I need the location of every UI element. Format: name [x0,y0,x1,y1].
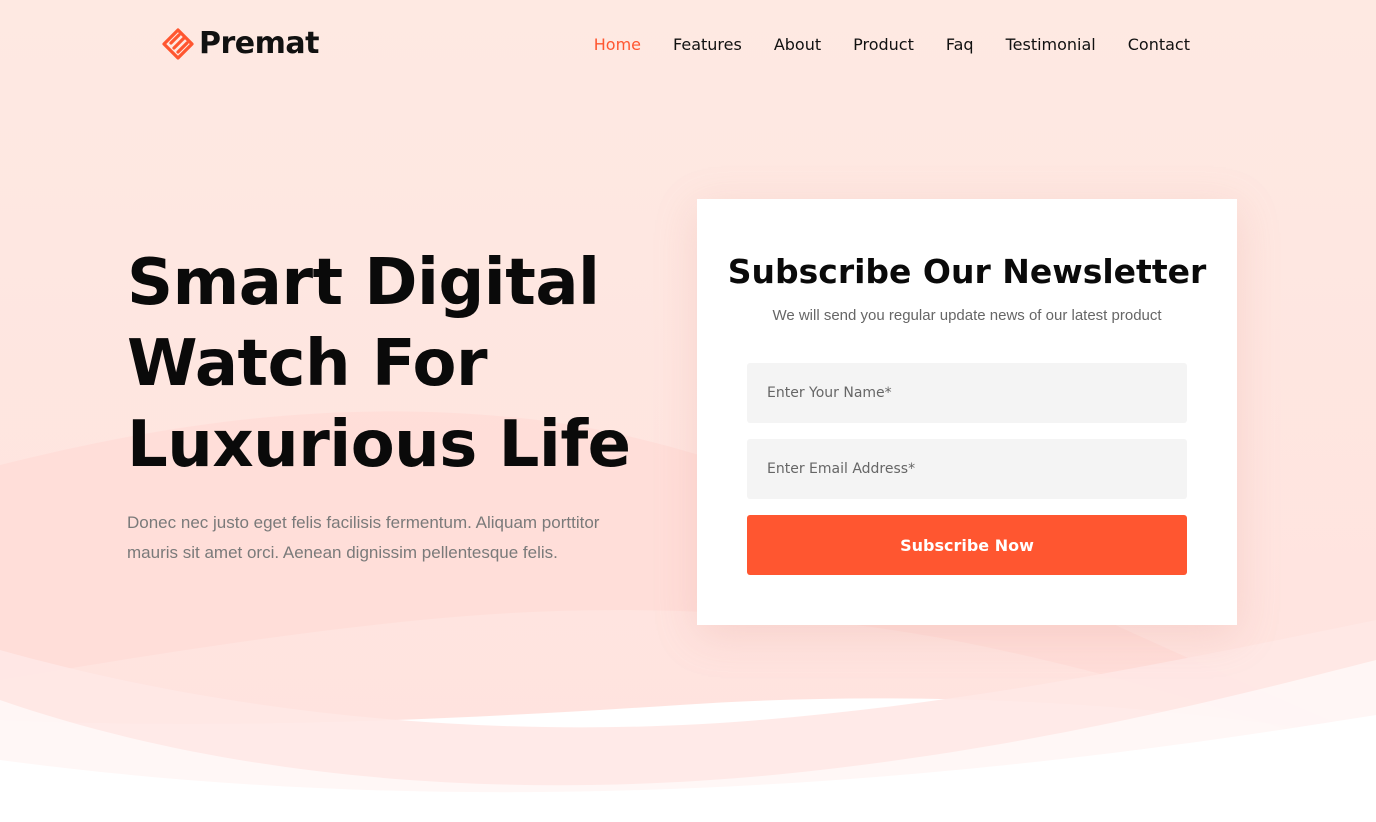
nav-product[interactable]: Product [853,34,914,56]
logo-icon [162,28,194,60]
main-nav: Home Features About Product Faq Testimon… [594,34,1190,56]
hero-description: Donec nec justo eget felis facilisis fer… [127,513,600,562]
nav-contact[interactable]: Contact [1128,34,1190,56]
subscribe-button[interactable]: Subscribe Now [747,515,1187,575]
newsletter-title: Subscribe Our Newsletter [727,252,1207,291]
newsletter-card: Subscribe Our Newsletter We will send yo… [697,199,1237,625]
hero-title-line-1: Smart Digital [127,246,600,320]
hero-title-line-3: Luxurious Life [127,408,631,482]
email-input[interactable] [747,439,1187,499]
nav-features[interactable]: Features [673,34,742,56]
hero-title-line-2: Watch For [127,327,488,401]
brand-name: Premat [199,26,319,61]
top-navbar: Premat Home Features About Product Faq T… [0,0,1376,90]
newsletter-subtitle: We will send you regular update news of … [772,307,1162,324]
nav-faq[interactable]: Faq [946,34,974,56]
name-input[interactable] [747,363,1187,423]
brand-logo[interactable]: Premat [161,27,319,61]
nav-testimonial[interactable]: Testimonial [1006,34,1096,56]
nav-about[interactable]: About [774,34,821,56]
hero-title: Smart Digital Watch For Luxurious Life [127,243,667,486]
hero-content: Smart Digital Watch For Luxurious Life D… [127,243,667,568]
nav-home[interactable]: Home [594,34,641,56]
